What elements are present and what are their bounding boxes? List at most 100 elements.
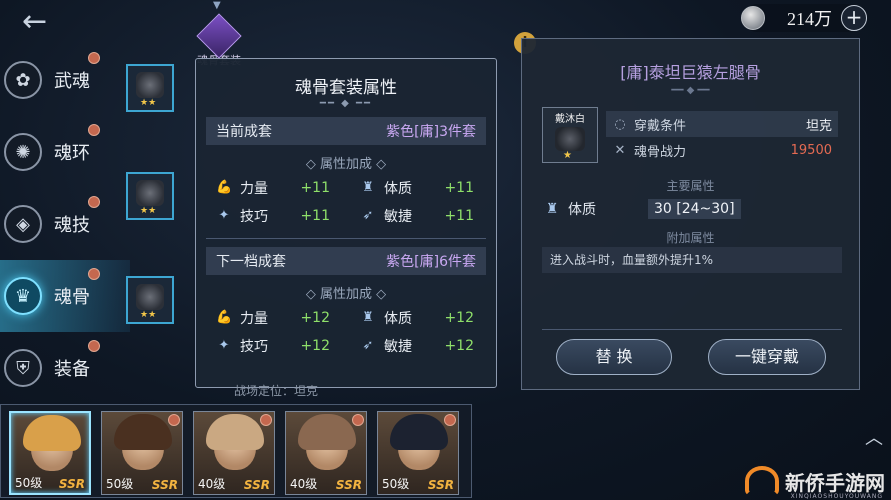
character-rarity: SSR bbox=[58, 477, 85, 491]
attr-name: 力量 bbox=[240, 181, 268, 197]
attr-item: ✦ 技巧 +12 bbox=[216, 336, 330, 356]
star-rating: ★★ bbox=[140, 98, 157, 108]
attr-name: 技巧 bbox=[240, 209, 268, 225]
attr-heading-next: ◇ 属性加成 ◇ bbox=[305, 287, 387, 302]
character-card[interactable]: 40级 SSR bbox=[285, 411, 367, 495]
attr-name: 体质 bbox=[384, 311, 412, 327]
extra-attr-text: 进入战斗时，血量额外提升1% bbox=[542, 247, 842, 273]
bone-item-card: 戴沐白 ★ bbox=[542, 107, 598, 163]
requirement-value: 坦克 bbox=[805, 118, 832, 134]
wear-requirement-row: ◌ 穿戴条件 坦克 bbox=[606, 111, 838, 137]
sidebar-item[interactable]: ♛ 魂骨 bbox=[0, 260, 130, 332]
expand-arrow-icon[interactable]: ︿ bbox=[865, 424, 883, 450]
battle-role-text: 战场定位：坦克 bbox=[234, 384, 319, 398]
notification-dot bbox=[352, 414, 364, 426]
character-rarity: SSR bbox=[151, 478, 178, 492]
notification-dot bbox=[88, 268, 100, 280]
bone-item-art bbox=[136, 180, 164, 206]
sidebar-item[interactable]: ◈ 魂技 bbox=[0, 188, 130, 260]
bone-item-art bbox=[136, 284, 164, 310]
attr-bonus: +11 bbox=[444, 208, 474, 224]
sidebar-item-label: 魂环 bbox=[54, 143, 90, 164]
attr-item: ✦ 技巧 +11 bbox=[216, 206, 330, 226]
replace-button[interactable]: 替 换 bbox=[556, 339, 672, 375]
character-rarity: SSR bbox=[243, 478, 270, 492]
attr-name: 体质 bbox=[384, 181, 412, 197]
character-hair bbox=[298, 414, 356, 450]
current-set-value: 紫色[庸]3件套 bbox=[386, 124, 476, 140]
attr-heading: ◇ 属性加成 ◇ bbox=[305, 157, 387, 172]
attr-bonus: +12 bbox=[300, 310, 330, 326]
sidebar-item-label: 武魂 bbox=[54, 71, 90, 92]
bone-slot[interactable]: ★★ bbox=[126, 172, 174, 220]
divider bbox=[206, 238, 486, 239]
currency-amount: 214万 bbox=[787, 9, 832, 29]
requirement-icon: ◌ bbox=[614, 116, 626, 132]
bone-slot[interactable]: ★★ bbox=[126, 64, 174, 112]
watermark-subtext: XINQIAOSHOUYOUWANG bbox=[790, 493, 883, 500]
popup-title: 魂骨套装属性 bbox=[295, 78, 397, 98]
character-card[interactable]: 40级 SSR bbox=[193, 411, 275, 495]
add-currency-button[interactable]: + bbox=[841, 5, 867, 31]
requirement-label: 穿戴条件 bbox=[634, 118, 687, 134]
attr-bonus: +11 bbox=[300, 180, 330, 196]
current-set-row: 当前成套 紫色[庸]3件套 bbox=[206, 117, 486, 145]
main-attr-row: ♜ 体质 30 [24~30] bbox=[542, 197, 842, 221]
sidebar: ✿ 武魂 ✺ 魂环 ◈ 魂技 ♛ 魂骨 ⛨ 装备 bbox=[0, 44, 130, 404]
notification-dot bbox=[88, 52, 100, 64]
notification-dot bbox=[88, 196, 100, 208]
next-attr-grid: 💪 力量 +12 ♜ 体质 +12 ✦ 技巧 +12 ➶ 敏捷 +12 bbox=[216, 308, 474, 356]
notification-dot bbox=[260, 414, 272, 426]
constitution-icon: ♜ bbox=[362, 180, 374, 195]
soul-bone-icon: ♛ bbox=[4, 277, 42, 315]
character-card[interactable]: 50级 SSR bbox=[377, 411, 459, 495]
next-set-value: 紫色[庸]6件套 bbox=[386, 254, 476, 270]
bone-slot[interactable]: ★★ bbox=[126, 276, 174, 324]
ornament-divider: ━━ ◆ ━━ bbox=[319, 98, 373, 109]
ornament-divider: ━━ ◆ ━━ bbox=[671, 85, 710, 96]
strength-icon: 💪 bbox=[216, 310, 233, 325]
notification-dot bbox=[88, 124, 100, 136]
equip-all-button[interactable]: 一键穿戴 bbox=[708, 339, 826, 375]
agility-icon: ➶ bbox=[362, 338, 374, 353]
star-rating: ★★ bbox=[140, 310, 157, 320]
star-icon: ★ bbox=[563, 150, 572, 161]
sidebar-item[interactable]: ✿ 武魂 bbox=[0, 44, 130, 116]
bone-power-row: ✕ 魂骨战力 19500 bbox=[606, 137, 838, 163]
sidebar-item[interactable]: ✺ 魂环 bbox=[0, 116, 130, 188]
attr-item: ➶ 敏捷 +11 bbox=[360, 206, 474, 226]
character-rarity: SSR bbox=[335, 478, 362, 492]
sidebar-item[interactable]: ⛨ 装备 bbox=[0, 332, 130, 404]
bone-item-art bbox=[136, 72, 164, 98]
character-hair bbox=[206, 414, 264, 450]
martial-soul-icon: ✿ bbox=[4, 61, 42, 99]
item-owner-tag: 戴沐白 bbox=[555, 114, 585, 125]
character-bar: 50级 SSR 50级 SSR 40级 SSR 40级 SSR 50级 SSR bbox=[0, 404, 472, 498]
currency-display: 214万 + bbox=[741, 4, 867, 32]
bone-detail-panel: [庸]泰坦巨猿左腿骨 ━━ ◆ ━━ 戴沐白 ★ ◌ 穿戴条件 坦克 ✕ 魂骨战… bbox=[521, 38, 860, 390]
star-rating: ★★ bbox=[140, 206, 157, 216]
agility-icon: ➶ bbox=[362, 208, 374, 223]
character-level: 50级 bbox=[382, 477, 410, 491]
attr-item: ♜ 体质 +12 bbox=[360, 308, 474, 328]
next-set-row: 下一档成套 紫色[庸]6件套 bbox=[206, 247, 486, 275]
character-hair bbox=[390, 414, 448, 450]
attr-bonus: +12 bbox=[300, 338, 330, 354]
extra-attr-heading: 附加属性 bbox=[666, 231, 715, 245]
attr-name: 技巧 bbox=[240, 339, 268, 355]
main-attr-value: 30 [24~30] bbox=[648, 199, 741, 219]
skill-icon: ✦ bbox=[218, 208, 230, 223]
character-card[interactable]: 50级 SSR bbox=[9, 411, 91, 495]
sidebar-item-label: 装备 bbox=[54, 359, 90, 380]
attr-bonus: +12 bbox=[444, 310, 474, 326]
next-set-label: 下一档成套 bbox=[216, 254, 286, 270]
character-card[interactable]: 50级 SSR bbox=[101, 411, 183, 495]
watermark: 新侨手游网 bbox=[745, 466, 885, 496]
back-arrow-icon[interactable]: ← bbox=[22, 7, 56, 38]
watermark-text: 新侨手游网 bbox=[785, 470, 885, 495]
attr-name: 敏捷 bbox=[384, 339, 412, 355]
crossed-swords-icon: ✕ bbox=[614, 142, 626, 158]
soul-ring-icon: ✺ bbox=[4, 133, 42, 171]
main-attr-heading: 主要属性 bbox=[666, 179, 715, 193]
attr-bonus: +11 bbox=[300, 208, 330, 224]
